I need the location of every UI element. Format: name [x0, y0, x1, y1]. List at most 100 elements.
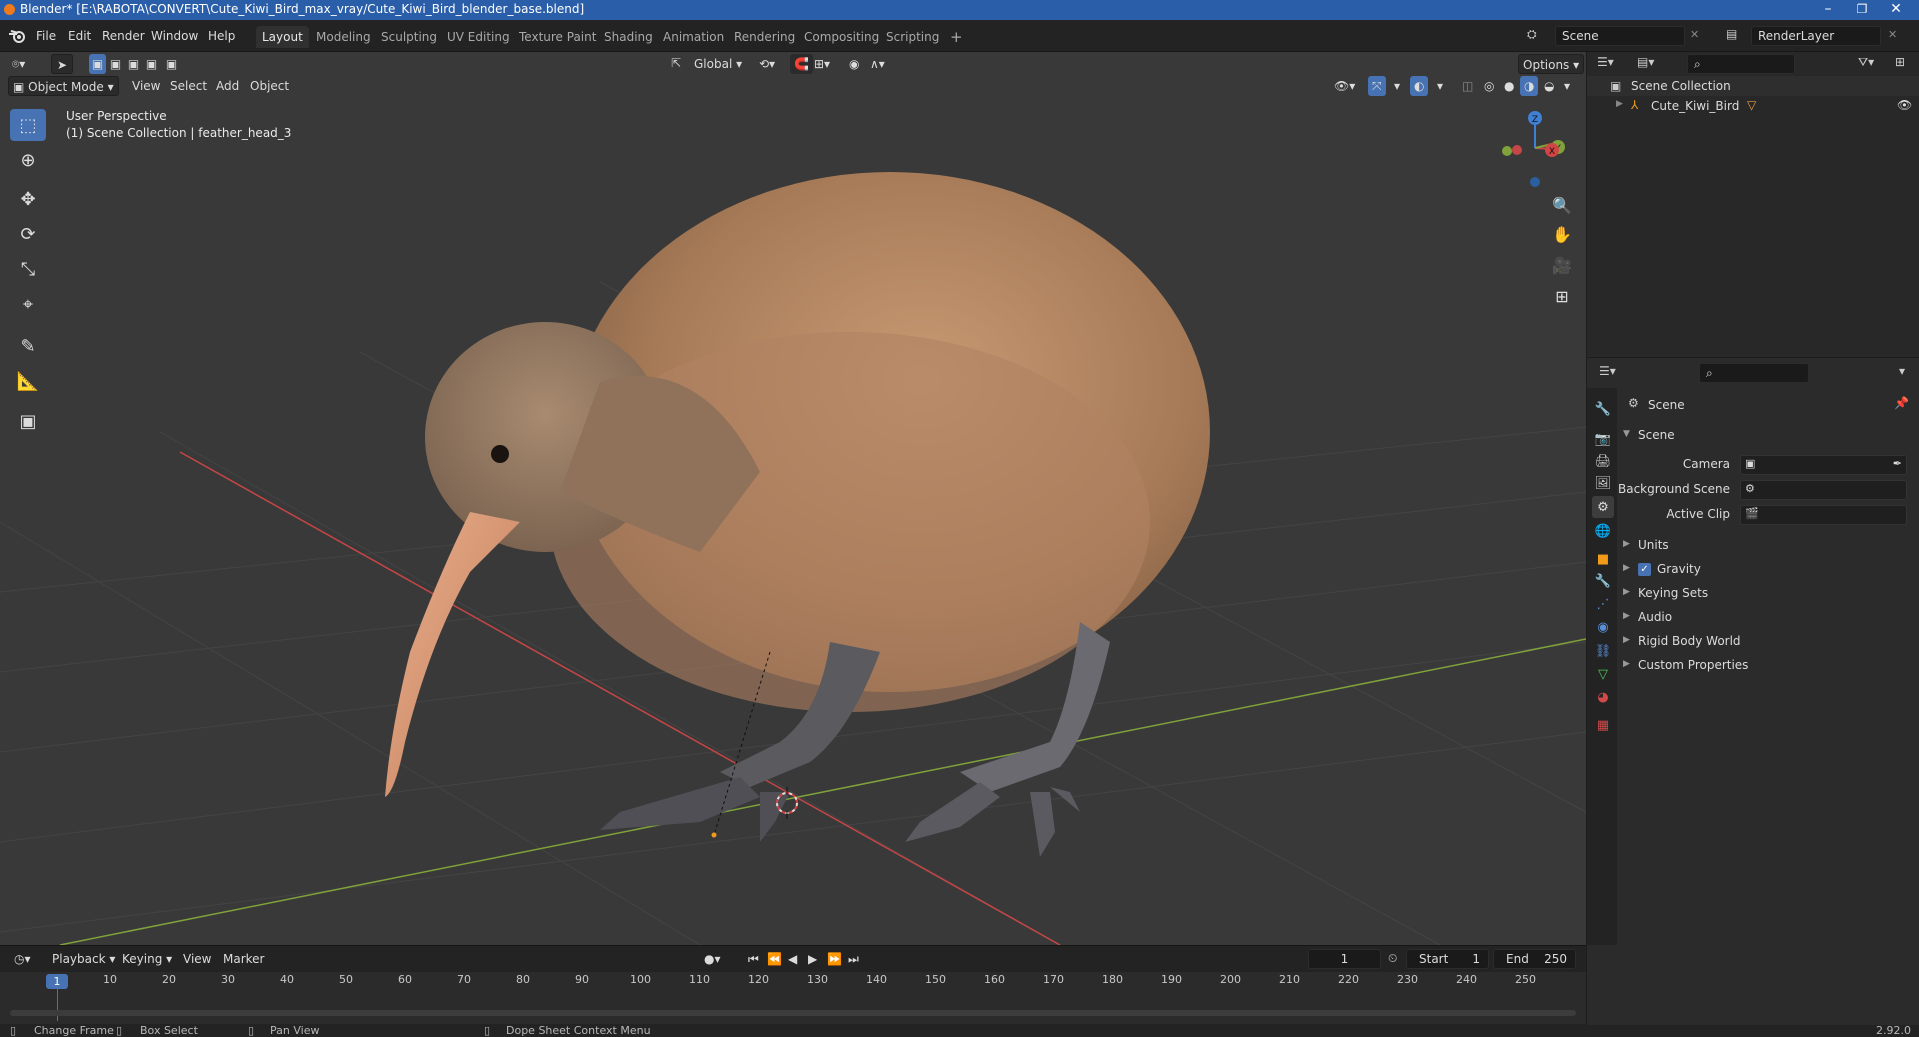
- viewport-menu-view[interactable]: View: [128, 76, 164, 96]
- shading-solid-icon[interactable]: ●: [1500, 76, 1518, 96]
- timeline-menu-playback[interactable]: Playback ▾: [48, 949, 119, 969]
- scene-panel-header[interactable]: ▼ Scene: [1620, 425, 1915, 447]
- render-layer-close-icon[interactable]: ✕: [1888, 28, 1897, 41]
- playhead[interactable]: 1: [46, 974, 68, 989]
- viewport-menu-add[interactable]: Add: [212, 76, 243, 96]
- blender-menu-icon[interactable]: [8, 28, 26, 44]
- modifier-tab-icon[interactable]: 🔧: [1592, 570, 1614, 592]
- audio-panel-header[interactable]: ▶ Audio: [1620, 607, 1915, 629]
- 3d-viewport[interactable]: [0, 52, 1586, 945]
- background-scene-field[interactable]: ⚙: [1740, 480, 1907, 500]
- pivot-point-icon[interactable]: ⟲▾: [755, 54, 779, 74]
- timeline-editor-icon[interactable]: ◷▾: [10, 949, 35, 969]
- proportional-edit-icon[interactable]: ◉: [845, 54, 863, 74]
- tool-tab-icon[interactable]: 🔧: [1592, 398, 1614, 420]
- custom-properties-panel-header[interactable]: ▶ Custom Properties: [1620, 655, 1915, 677]
- outliner-row-scene-collection[interactable]: ▣ Scene Collection: [1587, 76, 1919, 96]
- tab-modeling[interactable]: Modeling: [310, 26, 377, 48]
- overlay-toggle-icon[interactable]: ◐: [1410, 76, 1429, 96]
- gravity-panel-header[interactable]: ▶ ✓ Gravity: [1620, 559, 1915, 581]
- select-box-tool[interactable]: ⬚: [10, 109, 46, 141]
- camera-field[interactable]: ▣ ✒: [1740, 455, 1907, 475]
- filter-icon[interactable]: ⛛▾: [1858, 55, 1874, 70]
- close-button[interactable]: ✕: [1876, 0, 1916, 20]
- start-frame-field[interactable]: Start 1: [1406, 949, 1489, 969]
- measure-tool[interactable]: 📐: [10, 365, 46, 397]
- tab-sculpting[interactable]: Sculpting: [375, 26, 443, 48]
- properties-search-input[interactable]: ⌕: [1699, 363, 1809, 383]
- editor-type-icon[interactable]: ⌾▾: [8, 54, 29, 74]
- menu-edit[interactable]: Edit: [64, 26, 95, 46]
- overlay-dropdown-icon[interactable]: ▾: [1433, 76, 1447, 96]
- kiwi-bird-model[interactable]: [385, 172, 1210, 857]
- add-cube-tool[interactable]: ▣: [10, 405, 46, 437]
- jump-start-icon[interactable]: ⏮: [744, 949, 763, 969]
- tab-texture-paint[interactable]: Texture Paint: [513, 26, 602, 48]
- eyedropper-icon[interactable]: ✒: [1893, 457, 1902, 470]
- properties-editor-icon[interactable]: ☰▾: [1599, 364, 1616, 378]
- texture-tab-icon[interactable]: ▦: [1592, 714, 1614, 736]
- tab-scripting[interactable]: Scripting: [880, 26, 945, 48]
- cursor-tool[interactable]: ⊕: [10, 144, 46, 176]
- play-reverse-icon[interactable]: ◀: [784, 949, 801, 969]
- select-intersect-icon[interactable]: ▣: [163, 54, 180, 74]
- menu-help[interactable]: Help: [204, 26, 239, 46]
- shading-material-icon[interactable]: ◑: [1520, 76, 1539, 96]
- transform-tool[interactable]: ⌖: [10, 288, 46, 320]
- tab-compositing[interactable]: Compositing: [798, 26, 885, 48]
- current-frame-field[interactable]: 1: [1308, 949, 1381, 969]
- units-panel-header[interactable]: ▶ Units: [1620, 535, 1915, 557]
- view-layer-tab-icon[interactable]: 🖼: [1592, 472, 1614, 494]
- scene-tab-icon[interactable]: ⚙: [1592, 496, 1614, 518]
- gizmo-toggle-icon[interactable]: ⤧: [1368, 76, 1386, 96]
- active-clip-field[interactable]: 🎬: [1740, 505, 1907, 525]
- material-tab-icon[interactable]: ◕: [1592, 686, 1614, 708]
- rigid-body-world-panel-header[interactable]: ▶ Rigid Body World: [1620, 631, 1915, 653]
- jump-keyframe-back-icon[interactable]: ⏪: [763, 949, 786, 969]
- select-new-icon[interactable]: ▣: [89, 54, 106, 74]
- snap-target-icon[interactable]: ⊞▾: [810, 54, 834, 74]
- outliner-search-input[interactable]: ⌕: [1687, 54, 1795, 74]
- tab-animation[interactable]: Animation: [657, 26, 730, 48]
- tab-uv-editing[interactable]: UV Editing: [441, 26, 516, 48]
- select-invert-icon[interactable]: ▣: [143, 54, 160, 74]
- shading-wireframe-icon[interactable]: ◎: [1480, 76, 1498, 96]
- clock-icon[interactable]: ⏲: [1388, 951, 1397, 966]
- outliner-row-object[interactable]: ▶ ⅄ Cute_Kiwi_Bird ▽ 👁: [1587, 96, 1919, 116]
- timeline-menu-marker[interactable]: Marker: [219, 949, 268, 969]
- constraints-tab-icon[interactable]: ⛓: [1592, 640, 1614, 662]
- menu-render[interactable]: Render: [98, 26, 149, 46]
- perspective-toggle-icon[interactable]: ⊞: [1547, 282, 1577, 310]
- particles-tab-icon[interactable]: ⋰: [1592, 593, 1614, 615]
- navigation-gizmo[interactable]: Z Y X: [1490, 106, 1570, 191]
- render-layer-selector[interactable]: RenderLayer: [1751, 26, 1881, 46]
- visibility-eye-icon[interactable]: 👁: [1897, 98, 1912, 112]
- expand-arrow-icon[interactable]: ▶: [1616, 99, 1623, 109]
- physics-tab-icon[interactable]: ◉: [1592, 616, 1614, 638]
- record-keyframe-icon[interactable]: ●▾: [700, 949, 725, 969]
- jump-end-icon[interactable]: ⏭: [844, 949, 863, 969]
- add-workspace-button[interactable]: +: [944, 26, 969, 48]
- outliner-editor-icon[interactable]: ☰▾: [1597, 55, 1614, 69]
- play-icon[interactable]: ▶: [804, 949, 821, 969]
- panel-collapse-icon[interactable]: ▾: [1899, 364, 1905, 378]
- output-tab-icon[interactable]: 🖨: [1592, 450, 1614, 472]
- new-collection-icon[interactable]: ⊞: [1895, 55, 1905, 69]
- display-mode-icon[interactable]: ▤▾: [1637, 55, 1654, 69]
- xray-toggle-icon[interactable]: ◫: [1458, 76, 1477, 96]
- shading-rendered-icon[interactable]: ◒: [1540, 76, 1558, 96]
- keying-sets-panel-header[interactable]: ▶ Keying Sets: [1620, 583, 1915, 605]
- annotate-tool[interactable]: ✎: [10, 330, 46, 362]
- proportional-falloff-icon[interactable]: ∧▾: [866, 54, 889, 74]
- pan-hand-icon[interactable]: ✋: [1547, 220, 1577, 248]
- timeline-menu-keying[interactable]: Keying ▾: [118, 949, 176, 969]
- jump-keyframe-forward-icon[interactable]: ⏩: [823, 949, 846, 969]
- viewport-menu-select[interactable]: Select: [166, 76, 211, 96]
- timeline-scrollbar[interactable]: [10, 1010, 1576, 1016]
- select-subtract-icon[interactable]: ▣: [125, 54, 142, 74]
- viewport-menu-object[interactable]: Object: [246, 76, 293, 96]
- end-frame-field[interactable]: End 250: [1493, 949, 1576, 969]
- menu-file[interactable]: File: [32, 26, 60, 46]
- options-dropdown[interactable]: Options ▾: [1518, 54, 1585, 74]
- select-mode-icon[interactable]: ➤: [51, 54, 73, 74]
